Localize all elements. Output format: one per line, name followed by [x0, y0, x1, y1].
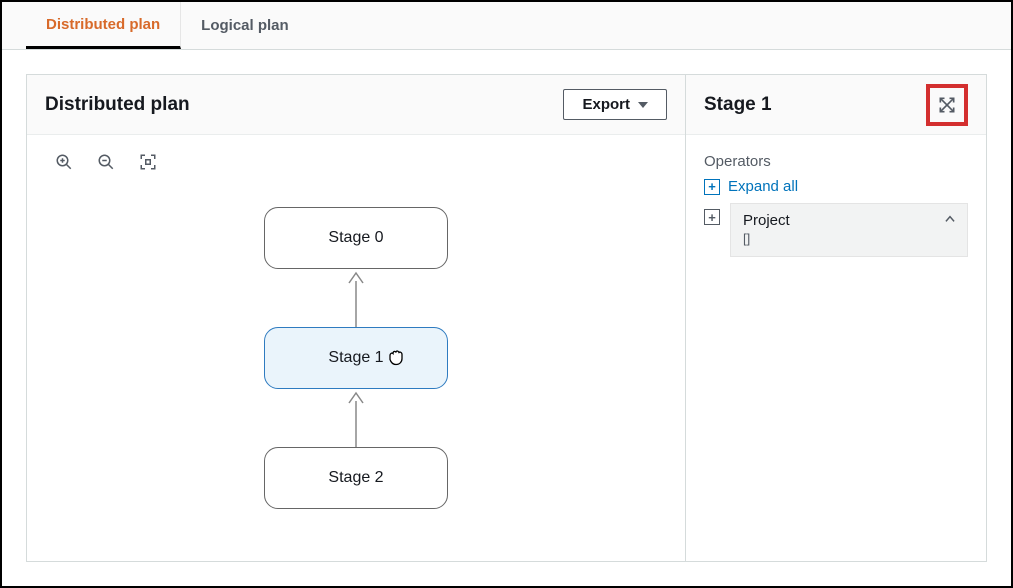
export-button-label: Export	[582, 96, 630, 113]
expand-all-plus-icon[interactable]: +	[704, 179, 720, 195]
operator-name: Project	[743, 212, 955, 229]
caret-down-icon	[638, 102, 648, 108]
expand-arrows-icon	[937, 95, 957, 115]
chevron-up-icon[interactable]	[943, 212, 957, 231]
stage-node-0[interactable]: Stage 0	[264, 207, 448, 269]
content-area: Distributed plan Export	[2, 50, 1011, 586]
stage-node-0-label: Stage 0	[328, 229, 383, 247]
left-panel-header: Distributed plan Export	[27, 75, 685, 135]
grab-cursor-icon	[383, 343, 409, 374]
expand-all-link[interactable]: Expand all	[728, 178, 798, 195]
tab-distributed-plan[interactable]: Distributed plan	[26, 2, 181, 49]
expand-all-row: + Expand all	[704, 178, 968, 195]
plan-graph-canvas[interactable]: Stage 0 Stage 1	[27, 135, 685, 561]
zoom-controls	[55, 153, 157, 171]
plan-tabs: Distributed plan Logical plan	[2, 2, 1011, 50]
export-button[interactable]: Export	[563, 89, 667, 120]
edge-arrow-1-2	[346, 389, 366, 447]
tab-logical-plan[interactable]: Logical plan	[181, 2, 309, 49]
stage-node-2[interactable]: Stage 2	[264, 447, 448, 509]
operators-heading: Operators	[704, 153, 968, 170]
stage-node-2-label: Stage 2	[328, 469, 383, 487]
expand-fullscreen-button[interactable]	[926, 84, 968, 126]
right-panel-title: Stage 1	[704, 94, 772, 116]
stage-detail-panel: Stage 1 Operators +	[686, 74, 987, 562]
left-panel-title: Distributed plan	[45, 94, 190, 116]
operator-detail: []	[743, 231, 955, 246]
stage-detail-body: Operators + Expand all + Project []	[686, 135, 986, 561]
operator-expand-icon[interactable]: +	[704, 209, 720, 225]
plan-graph: Stage 0 Stage 1	[264, 207, 448, 509]
fit-screen-icon[interactable]	[139, 153, 157, 171]
right-panel-header: Stage 1	[686, 75, 986, 135]
stage-node-1[interactable]: Stage 1	[264, 327, 448, 389]
operator-row-project: + Project []	[704, 203, 968, 257]
operators-section: Operators + Expand all + Project []	[686, 135, 986, 257]
zoom-in-icon[interactable]	[55, 153, 73, 171]
distributed-plan-panel: Distributed plan Export	[26, 74, 686, 562]
edge-arrow-0-1	[346, 269, 366, 327]
stage-node-1-label: Stage 1	[328, 349, 383, 367]
zoom-out-icon[interactable]	[97, 153, 115, 171]
operator-card-project[interactable]: Project []	[730, 203, 968, 257]
